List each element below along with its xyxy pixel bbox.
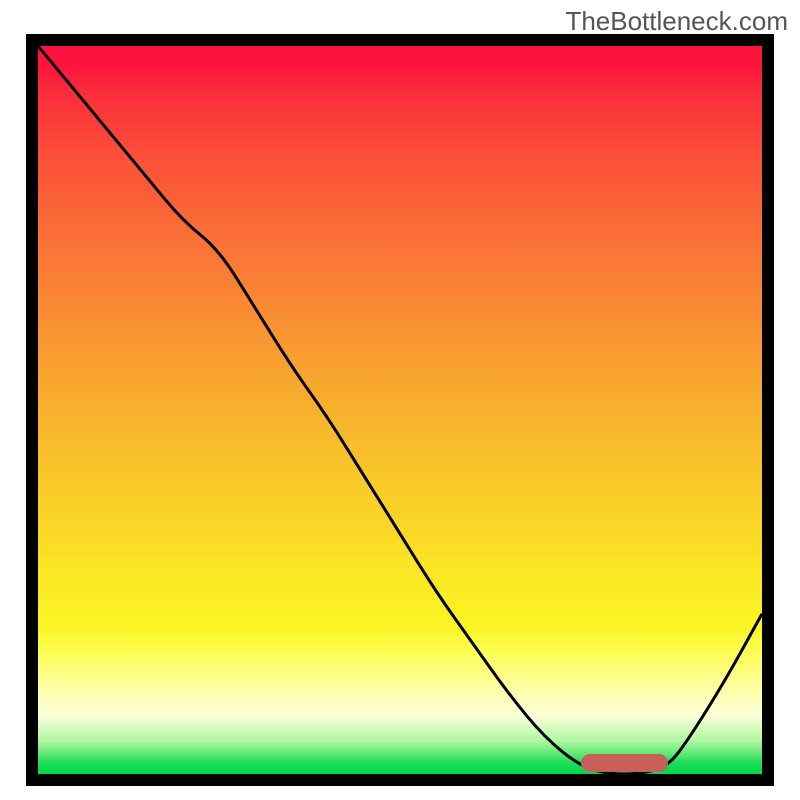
root: TheBottleneck.com xyxy=(0,0,800,800)
watermark-text: TheBottleneck.com xyxy=(565,6,788,37)
plot-frame xyxy=(26,34,774,786)
optimal-range-marker xyxy=(581,754,668,772)
bottleneck-curve xyxy=(38,46,762,774)
plot-area xyxy=(38,46,762,774)
curve-path xyxy=(38,46,762,774)
